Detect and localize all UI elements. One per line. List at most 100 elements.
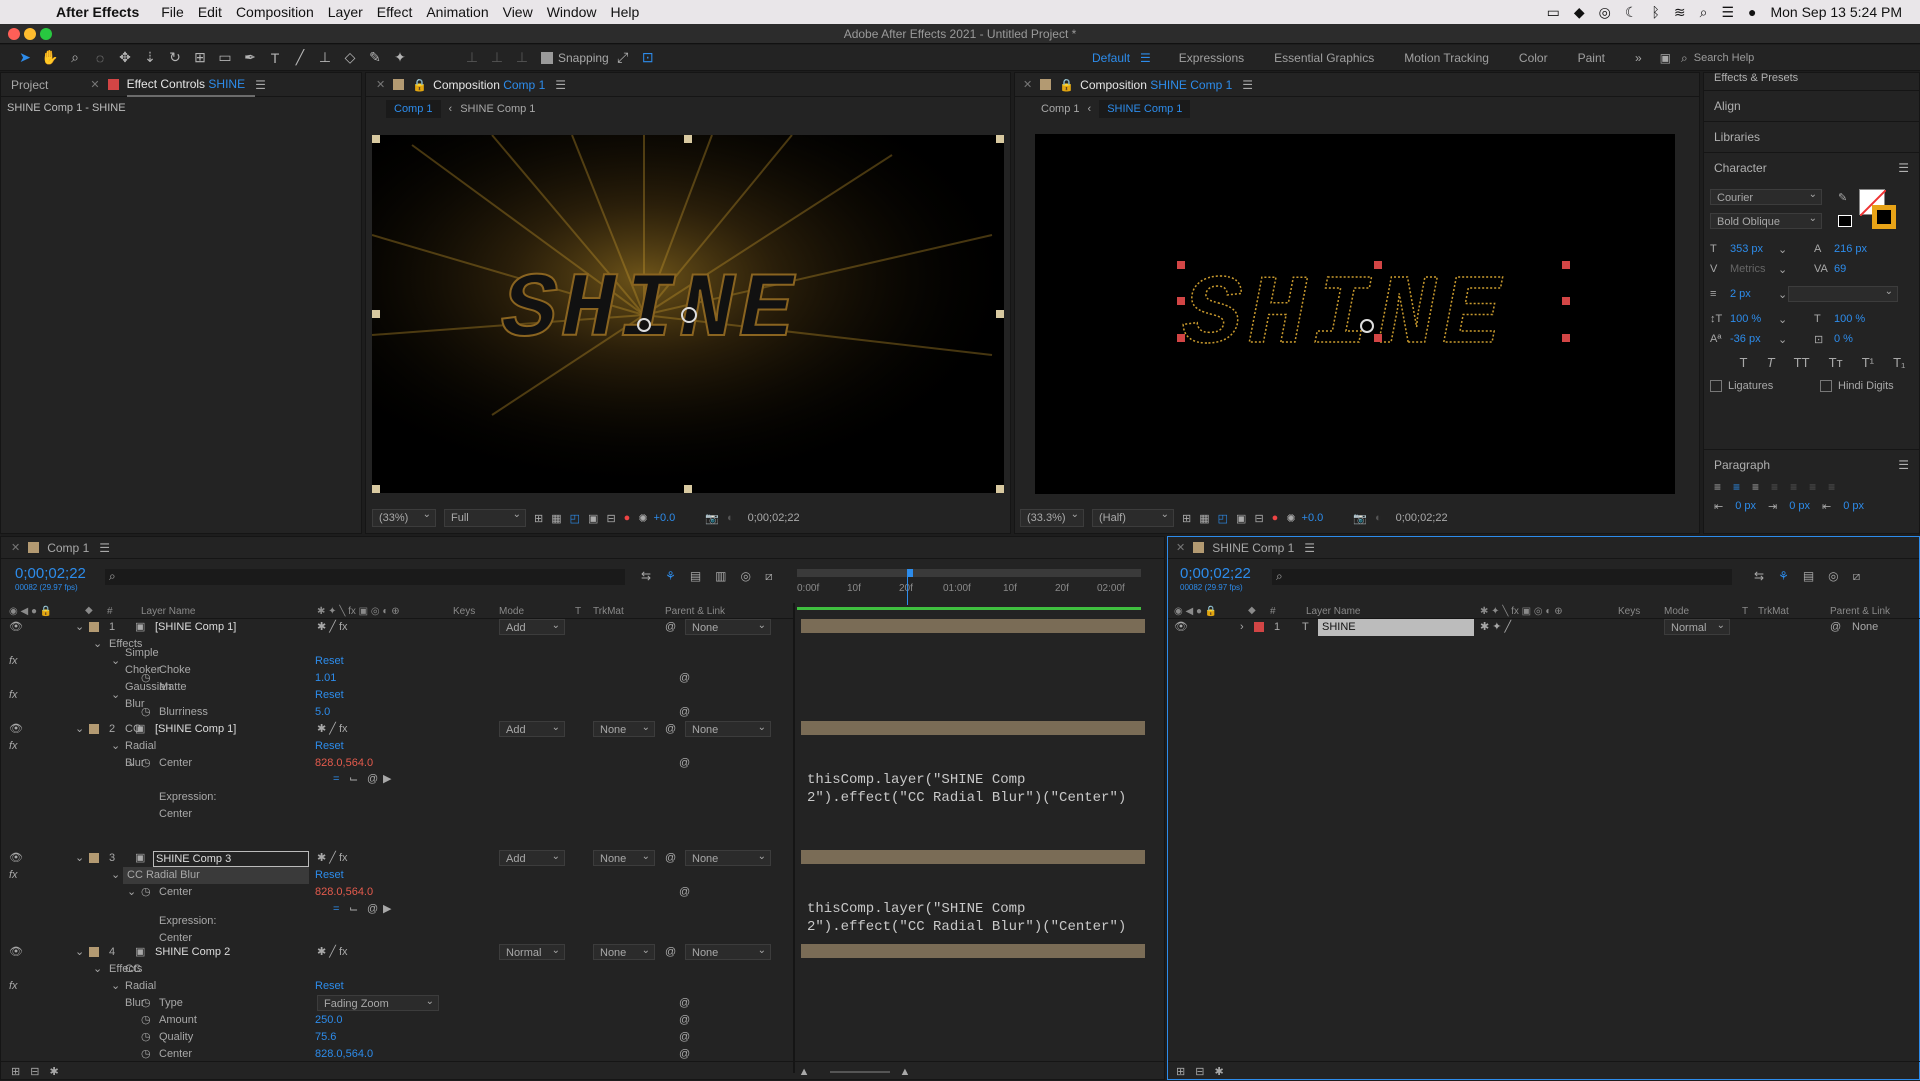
pickwhip-icon[interactable]: @ bbox=[679, 670, 690, 687]
bluetooth-icon[interactable]: ᛒ bbox=[1651, 4, 1659, 20]
justify-all-icon[interactable]: ≡ bbox=[1828, 480, 1835, 494]
blend-mode-dropdown[interactable]: Normal bbox=[499, 942, 565, 960]
justify-last-right-icon[interactable]: ≡ bbox=[1809, 480, 1816, 494]
property-value[interactable]: 250.0 bbox=[315, 1012, 343, 1029]
reset-link[interactable]: Reset bbox=[315, 653, 344, 670]
close-tab-icon[interactable]: ✕ bbox=[376, 78, 385, 91]
twirl-down-icon[interactable]: ⌄ bbox=[93, 636, 102, 653]
font-style-dropdown[interactable]: Bold Oblique bbox=[1710, 211, 1822, 229]
roto-brush-tool-icon[interactable]: ✎ bbox=[364, 48, 386, 68]
creative-cloud-icon[interactable]: ◎ bbox=[1599, 4, 1611, 21]
zoom-window-button[interactable] bbox=[40, 28, 52, 40]
snap-feature-icon[interactable]: ⊡ bbox=[637, 48, 659, 68]
reset-link[interactable]: Reset bbox=[315, 867, 344, 884]
panel-menu-icon[interactable]: ☰ bbox=[99, 541, 110, 555]
grid-icon[interactable]: ⊟ bbox=[1254, 512, 1263, 525]
hand-tool-icon[interactable]: ✋ bbox=[39, 48, 61, 68]
pickwhip-icon[interactable]: @ bbox=[679, 1012, 690, 1029]
puppet-tool-icon[interactable]: ✦ bbox=[389, 48, 411, 68]
panel-menu-icon[interactable]: ☰ bbox=[555, 78, 566, 92]
menu-help[interactable]: Help bbox=[611, 4, 640, 20]
time-stretch-toggle-icon[interactable]: ✱ bbox=[49, 1065, 58, 1078]
effects-presets-panel[interactable]: Effects & Presets bbox=[1704, 73, 1919, 91]
pickwhip-icon[interactable]: @ bbox=[679, 704, 690, 721]
modes-toggle-icon[interactable]: ⊟ bbox=[30, 1065, 39, 1078]
panel-menu-icon[interactable]: ☰ bbox=[1898, 161, 1909, 175]
workspace-paint[interactable]: Paint bbox=[1578, 51, 1605, 65]
vertical-scale-value[interactable]: 100 % bbox=[1730, 313, 1778, 325]
zoom-out-icon[interactable]: ▲ bbox=[799, 1066, 810, 1078]
property-value[interactable]: 1.01 bbox=[315, 670, 336, 687]
roi-icon[interactable]: ⊞ bbox=[534, 512, 543, 525]
expression-graph-icon[interactable]: ⌙ bbox=[349, 771, 358, 788]
small-caps-icon[interactable]: Tᴛ bbox=[1829, 355, 1843, 370]
leading-value[interactable]: 216 px bbox=[1834, 243, 1867, 255]
bbox-handle[interactable] bbox=[996, 485, 1004, 493]
stroke-color-swatch[interactable] bbox=[1872, 205, 1896, 229]
snapping-toggle[interactable]: Snapping bbox=[541, 51, 609, 65]
color-channels-icon[interactable]: ● bbox=[1272, 512, 1279, 524]
layer-row[interactable]: 👁 › 1 T SHINE ✱ ✦ ╱ Normal @ None bbox=[1168, 617, 1920, 636]
tab-effect-controls[interactable]: Effect Controls SHINE bbox=[126, 73, 256, 97]
stopwatch-icon[interactable]: ◷ bbox=[141, 884, 151, 901]
layer-duration-bar[interactable] bbox=[801, 721, 1145, 735]
color-management-icon[interactable]: ✺ bbox=[638, 512, 647, 525]
type-dropdown[interactable]: Fading Zoom bbox=[317, 993, 439, 1011]
resolution-dropdown[interactable]: (Half) bbox=[1092, 507, 1174, 527]
transparency-grid-icon[interactable]: ▦ bbox=[1199, 512, 1209, 525]
expression-language-menu-icon[interactable]: ▶ bbox=[383, 901, 391, 918]
exposure-value[interactable]: +0.0 bbox=[654, 512, 676, 524]
pickwhip-icon[interactable]: @ bbox=[1830, 619, 1841, 636]
twirl-down-icon[interactable]: ⌄ bbox=[111, 867, 120, 884]
layer-switches-icons[interactable]: ✱ ╱ fx bbox=[317, 850, 348, 867]
horizontal-scale-value[interactable]: 100 % bbox=[1834, 313, 1865, 325]
close-tab-icon[interactable]: ✕ bbox=[1176, 541, 1185, 554]
snap-edges-icon[interactable]: ⤢ bbox=[612, 48, 634, 68]
siri-icon[interactable]: ● bbox=[1748, 4, 1756, 20]
search-help-icon[interactable]: ⌕ bbox=[1681, 51, 1688, 66]
panel-menu-icon[interactable]: ☰ bbox=[1898, 458, 1909, 472]
trkmat-dropdown[interactable]: None bbox=[593, 848, 655, 866]
timeline-current-time[interactable]: 0;00;02;22 bbox=[15, 565, 86, 582]
snapshot-icon[interactable]: 📷 bbox=[1353, 512, 1367, 525]
stopwatch-icon[interactable]: ◷ bbox=[141, 755, 151, 772]
layer-name[interactable]: [SHINE Comp 1] bbox=[155, 619, 236, 636]
timeline-tab-shine-comp1[interactable]: SHINE Comp 1 bbox=[1212, 541, 1294, 555]
twirl-down-icon[interactable]: ⌄ bbox=[75, 619, 84, 636]
bbox-handle[interactable] bbox=[684, 135, 692, 143]
spotlight-icon[interactable]: ⌕ bbox=[1700, 4, 1708, 21]
eyedropper-icon[interactable]: ✎ bbox=[1838, 191, 1847, 204]
dropbox-icon[interactable]: ◆ bbox=[1574, 4, 1585, 21]
graph-editor-icon[interactable]: ⧄ bbox=[765, 569, 773, 584]
label-color[interactable] bbox=[1254, 622, 1264, 632]
hide-shy-layers-icon[interactable]: ▤ bbox=[1803, 569, 1814, 584]
header-layer-name[interactable]: Layer Name bbox=[1306, 606, 1360, 617]
justify-last-center-icon[interactable]: ≡ bbox=[1790, 480, 1797, 494]
align-right-icon[interactable]: ≡ bbox=[1752, 480, 1759, 494]
zoom-tool-icon[interactable]: ⌕ bbox=[64, 48, 86, 68]
clock[interactable]: Mon Sep 13 5:24 PM bbox=[1770, 4, 1902, 20]
layer-switches-icons[interactable]: ✱ ╱ fx bbox=[317, 721, 348, 738]
stopwatch-icon[interactable]: ◷ bbox=[141, 995, 151, 1012]
modes-toggle-icon[interactable]: ⊟ bbox=[1195, 1065, 1204, 1078]
screen-mirror-icon[interactable]: ▭ bbox=[1547, 4, 1560, 21]
timeline-search-input[interactable]: ⌕ bbox=[105, 569, 625, 585]
layer-duration-bar[interactable] bbox=[801, 619, 1145, 633]
bbox-handle[interactable] bbox=[372, 485, 380, 493]
visibility-eye-icon[interactable]: 👁 bbox=[9, 850, 23, 867]
motion-blur-icon[interactable]: ◎ bbox=[741, 569, 751, 584]
layer-switches-toggle-icon[interactable]: ⊞ bbox=[11, 1065, 20, 1078]
grid-icon[interactable]: ⊟ bbox=[606, 512, 615, 525]
resolution-dropdown[interactable]: Full bbox=[444, 507, 526, 527]
frame-blending-icon[interactable]: ▥ bbox=[715, 569, 726, 584]
breadcrumb-comp1[interactable]: Comp 1 bbox=[386, 100, 441, 118]
menu-edit[interactable]: Edit bbox=[198, 4, 222, 20]
pickwhip-icon[interactable]: @ bbox=[665, 619, 676, 636]
layer-name[interactable]: [SHINE Comp 1] bbox=[155, 721, 236, 738]
menu-effect[interactable]: Effect bbox=[377, 4, 413, 20]
superscript-icon[interactable]: T¹ bbox=[1862, 355, 1874, 370]
selection-tool-icon[interactable]: ➤ bbox=[14, 48, 36, 68]
control-center-icon[interactable]: ☰ bbox=[1721, 4, 1734, 21]
trkmat-dropdown[interactable]: None bbox=[593, 942, 655, 960]
orbit-tool-icon[interactable]: ◌ bbox=[89, 48, 111, 68]
